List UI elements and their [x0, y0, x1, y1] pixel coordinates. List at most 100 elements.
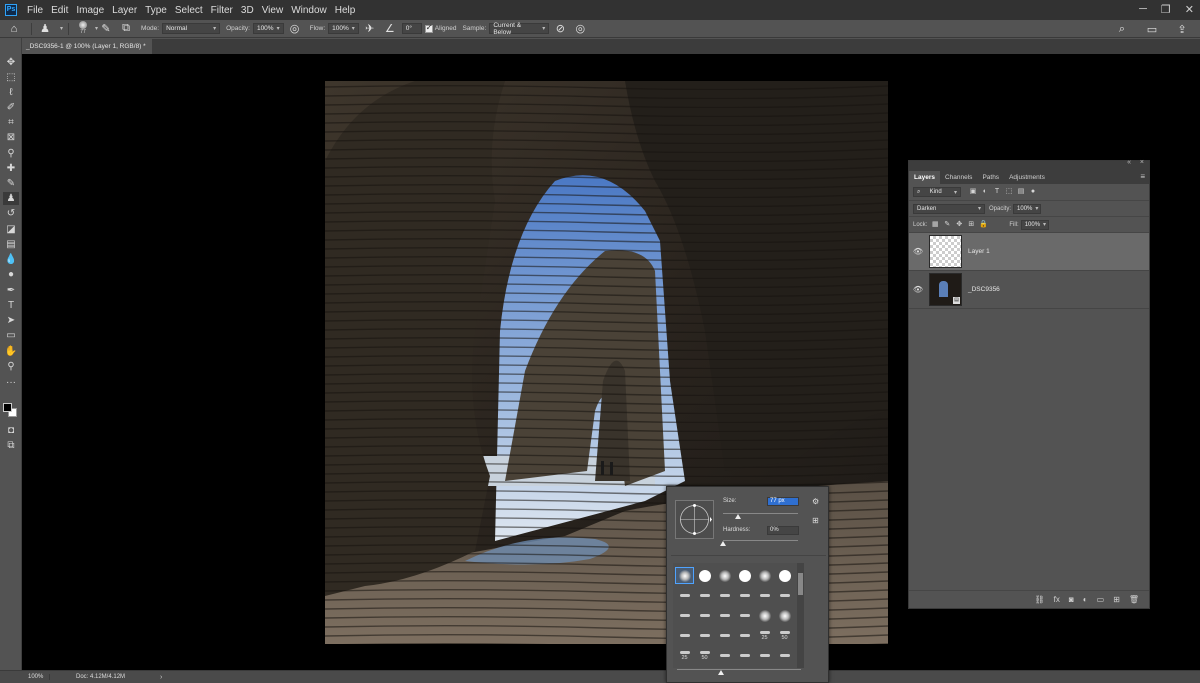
search-icon[interactable]: ⌕	[1114, 22, 1130, 36]
flow-field[interactable]: 100% ▾	[328, 23, 359, 34]
brush-preset-cell[interactable]: 25	[675, 647, 694, 664]
brush-settings-icon[interactable]: ✎	[98, 22, 114, 36]
menu-view[interactable]: View	[258, 5, 288, 16]
new-layer-icon[interactable]: ⊞	[1113, 595, 1120, 604]
aligned-checkbox[interactable]	[424, 23, 433, 33]
preview-size-slider-track[interactable]	[677, 669, 801, 670]
zoom-icon[interactable]: ⚲	[3, 360, 19, 373]
brush-preset-picker[interactable]: 77	[74, 20, 92, 37]
minimize-icon[interactable]: ─	[1139, 3, 1147, 16]
tab-adjustments[interactable]: Adjustments	[1004, 171, 1050, 184]
chevron-right-icon[interactable]: ›	[160, 674, 162, 681]
filter-adjustment-icon[interactable]: ◐	[979, 187, 991, 197]
blend-mode-select[interactable]: Darken ▾	[913, 203, 985, 214]
brush-preset-cell[interactable]	[715, 587, 734, 604]
document-tab[interactable]: _DSC9356-1 @ 100% (Layer 1, RGB/8) *	[22, 39, 152, 54]
crop-icon[interactable]: ⌗	[3, 116, 19, 129]
close-icon[interactable]: ×	[1140, 159, 1144, 166]
lock-artboard-icon[interactable]: ⊞	[965, 220, 977, 230]
brush-preset-cell[interactable]	[775, 587, 794, 604]
brush-preset-cell[interactable]	[755, 607, 774, 624]
eraser-icon[interactable]: ◪	[3, 223, 19, 236]
ignore-adjustment-layers-icon[interactable]: ⊘	[552, 22, 568, 36]
filter-shape-icon[interactable]: ⬚	[1003, 187, 1015, 197]
brush-preset-cell[interactable]	[735, 647, 754, 664]
hardness-slider-track[interactable]	[723, 540, 798, 541]
filter-smart-object-icon[interactable]: ▤	[1015, 187, 1027, 197]
adjustment-layer-icon[interactable]: ◐	[1083, 595, 1088, 604]
layer-row-dsc9356[interactable]: 👁 ▤ _DSC9356	[909, 271, 1149, 309]
lock-position-icon[interactable]: ✥	[953, 220, 965, 230]
brush-preset-cell[interactable]	[775, 607, 794, 624]
quick-mask-icon[interactable]: ◘	[3, 424, 19, 437]
brush-preset-cell[interactable]	[755, 567, 774, 584]
move-icon[interactable]: ✥	[3, 56, 19, 69]
scrollbar-thumb[interactable]	[798, 573, 803, 595]
lock-image-icon[interactable]: ✎	[941, 220, 953, 230]
brush-preset-cell[interactable]	[755, 647, 774, 664]
screen-mode-icon[interactable]: ⧉	[3, 439, 19, 452]
filter-pixel-icon[interactable]: ▣	[967, 187, 979, 197]
brush-preset-cell[interactable]	[695, 587, 714, 604]
brush-preset-cell[interactable]	[735, 627, 754, 644]
brush-preset-cell[interactable]: 50	[695, 647, 714, 664]
brush-preset-cell[interactable]	[695, 627, 714, 644]
brush-preset-cell[interactable]: 25	[755, 627, 774, 644]
brush-grid-scrollbar[interactable]	[797, 563, 804, 668]
sample-select[interactable]: Current & Below ▾	[489, 22, 550, 36]
share-icon[interactable]: ⇪	[1174, 22, 1190, 36]
maximize-icon[interactable]: ❐	[1161, 3, 1171, 16]
marquee-icon[interactable]: ⬚	[3, 71, 19, 84]
home-icon[interactable]: ⌂	[6, 22, 22, 36]
fill-field[interactable]: 100% ▾	[1020, 219, 1049, 230]
brush-icon[interactable]: ✎	[3, 177, 19, 190]
menu-type[interactable]: Type	[141, 5, 171, 16]
add-mask-icon[interactable]: ◙	[1069, 595, 1074, 604]
workspace-icon[interactable]: ▭	[1144, 22, 1160, 36]
blur-icon[interactable]: 💧	[3, 253, 19, 266]
quick-select-icon[interactable]: ✐	[3, 101, 19, 114]
clone-stamp-icon[interactable]: ♟	[3, 192, 19, 205]
panel-menu-icon[interactable]: ≡	[1140, 172, 1145, 181]
history-brush-icon[interactable]: ↺	[3, 207, 19, 220]
brush-preset-cell[interactable]: 50	[775, 627, 794, 644]
lock-transparent-icon[interactable]: ▦	[929, 220, 941, 230]
new-group-icon[interactable]: ▭	[1097, 595, 1105, 604]
menu-3d[interactable]: 3D	[237, 5, 258, 16]
gradient-icon[interactable]: ▤	[3, 238, 19, 251]
menu-select[interactable]: Select	[171, 5, 207, 16]
brush-preset-cell[interactable]	[695, 567, 714, 584]
visibility-eye-icon[interactable]: 👁	[909, 247, 927, 256]
menu-help[interactable]: Help	[331, 5, 360, 16]
tab-paths[interactable]: Paths	[977, 171, 1004, 184]
menu-filter[interactable]: Filter	[207, 5, 237, 16]
menu-layer[interactable]: Layer	[108, 5, 141, 16]
delete-layer-icon[interactable]: 🗑	[1129, 595, 1139, 604]
brush-preset-cell[interactable]	[675, 627, 694, 644]
layer-row-layer-1[interactable]: 👁 Layer 1	[909, 233, 1149, 271]
lasso-icon[interactable]: ℓ	[3, 86, 19, 99]
filter-type-icon[interactable]: T	[991, 187, 1003, 197]
zoom-level-field[interactable]: 100%	[0, 674, 50, 680]
visibility-eye-icon[interactable]: 👁	[909, 285, 927, 294]
menu-file[interactable]: File	[23, 5, 47, 16]
brush-preset-cell[interactable]	[715, 567, 734, 584]
frame-icon[interactable]: ⊠	[3, 131, 19, 144]
brush-preset-cell[interactable]	[675, 607, 694, 624]
chevron-down-icon[interactable]: ▾	[60, 25, 63, 32]
type-icon[interactable]: T	[3, 299, 19, 312]
brush-preset-cell[interactable]	[735, 607, 754, 624]
menu-edit[interactable]: Edit	[47, 5, 72, 16]
collapse-icon[interactable]: «	[1127, 159, 1131, 166]
filter-kind-select[interactable]: ⌕ Kind ▾	[913, 187, 961, 197]
pen-icon[interactable]: ✒	[3, 284, 19, 297]
brush-preset-cell[interactable]	[695, 607, 714, 624]
brush-preset-cell[interactable]	[715, 647, 734, 664]
opacity-field[interactable]: 100% ▾	[252, 23, 284, 34]
brush-preset-cell[interactable]	[775, 647, 794, 664]
brush-preset-cell[interactable]	[735, 567, 754, 584]
new-preset-icon[interactable]: ⊞	[812, 516, 819, 525]
rectangle-icon[interactable]: ▭	[3, 329, 19, 342]
brush-angle-preview[interactable]	[675, 500, 714, 539]
mode-select[interactable]: Normal ▾	[162, 23, 221, 34]
